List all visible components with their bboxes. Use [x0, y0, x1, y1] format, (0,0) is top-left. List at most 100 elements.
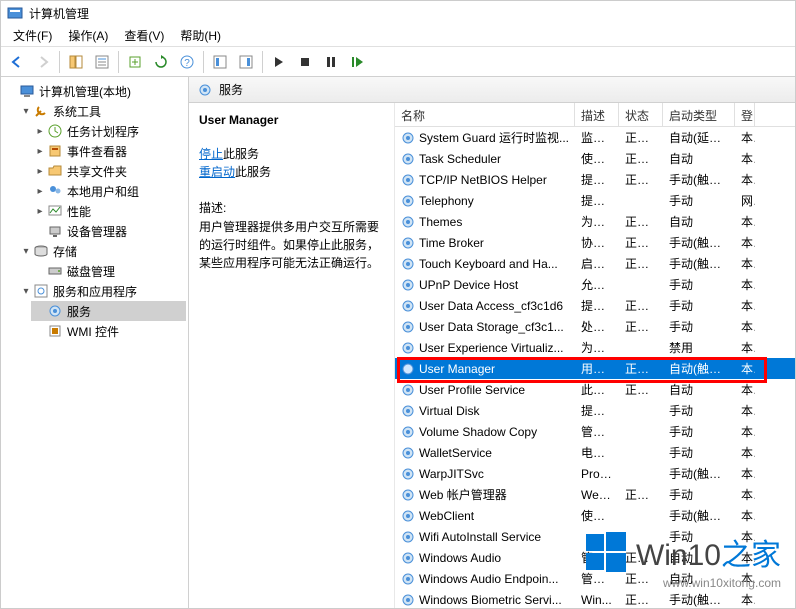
service-start-cell: 手动 — [663, 402, 735, 419]
service-row[interactable]: UPnP Device Host允许...手动本 — [395, 274, 795, 295]
menu-view[interactable]: 查看(V) — [116, 25, 172, 46]
service-row[interactable]: Volume Shadow Copy管理...手动本 — [395, 421, 795, 442]
tree-shared-folders[interactable]: ▸共享文件夹 — [31, 161, 186, 181]
service-logon-cell: 本 — [735, 150, 755, 167]
service-row[interactable]: Time Broker协调...正在...手动(触发...本 — [395, 232, 795, 253]
stop-service-link[interactable]: 停止 — [199, 147, 223, 161]
tree-event-viewer[interactable]: ▸ 事件查看器 — [31, 141, 186, 161]
service-name-cell: Windows Audio — [395, 551, 575, 565]
tree-services-apps[interactable]: ▾ 服务和应用程序 — [17, 281, 186, 301]
service-row[interactable]: Web 帐户管理器Web...正在...手动本 — [395, 484, 795, 505]
service-start-cell: 禁用 — [663, 339, 735, 356]
tree-system-tools[interactable]: ▾ 系统工具 — [17, 101, 186, 121]
service-start-cell: 手动(触发... — [663, 171, 735, 188]
service-name-cell: User Profile Service — [395, 383, 575, 397]
service-state-cell: 正在... — [619, 234, 663, 251]
device-icon — [47, 223, 63, 239]
tree-storage[interactable]: ▾ 存储 — [17, 241, 186, 261]
start-service-button[interactable] — [267, 50, 291, 74]
service-logon-cell: 本 — [735, 234, 755, 251]
service-row[interactable]: User Manager用户...正在...自动(触发...本 — [395, 358, 795, 379]
restart-service-link[interactable]: 重启动 — [199, 165, 235, 179]
chevron-down-icon[interactable]: ▾ — [19, 286, 33, 297]
refresh-button[interactable] — [149, 50, 173, 74]
chevron-right-icon[interactable]: ▸ — [33, 146, 47, 157]
show-hide-tree-button[interactable] — [64, 50, 88, 74]
service-row[interactable]: Windows Audio Endpoin...管理...正在...自动本 — [395, 568, 795, 589]
column-state[interactable]: 状态 — [619, 103, 663, 126]
column-start[interactable]: 启动类型 — [663, 103, 735, 126]
tree-local-users[interactable]: ▸本地用户和组 — [31, 181, 186, 201]
menu-file[interactable]: 文件(F) — [5, 25, 60, 46]
tree-disk-mgmt[interactable]: 磁盘管理 — [31, 261, 186, 281]
tree-performance[interactable]: ▸ 性能 — [31, 201, 186, 221]
service-desc-cell: 协调... — [575, 234, 619, 251]
service-name-cell: User Data Access_cf3c1d6 — [395, 299, 575, 313]
tree-root[interactable]: 计算机管理(本地) — [3, 81, 186, 101]
service-row[interactable]: Telephony提供...手动网 — [395, 190, 795, 211]
export-button[interactable] — [123, 50, 147, 74]
toolbar-btn-a[interactable] — [208, 50, 232, 74]
menu-action[interactable]: 操作(A) — [60, 25, 116, 46]
tree-task-scheduler[interactable]: ▸任务计划程序 — [31, 121, 186, 141]
chevron-right-icon[interactable]: ▸ — [33, 206, 47, 217]
service-row[interactable]: WarpJITSvcProv...手动(触发...本 — [395, 463, 795, 484]
service-desc-cell: 管理... — [575, 570, 619, 587]
tree-label: WMI 控件 — [67, 323, 119, 340]
right-pane: 服务 User Manager 停止此服务 重启动此服务 描述: 用户管理器提供… — [189, 77, 795, 608]
service-row[interactable]: User Profile Service此服...正在...自动本 — [395, 379, 795, 400]
tree-services[interactable]: 服务 — [31, 301, 186, 321]
tree-label: 事件查看器 — [67, 143, 127, 160]
service-row[interactable]: Windows Biometric Servi...Win...正在...手动(… — [395, 589, 795, 608]
service-row[interactable]: Task Scheduler使用...正在...自动本 — [395, 148, 795, 169]
service-logon-cell: 本 — [735, 297, 755, 314]
service-row[interactable]: TCP/IP NetBIOS Helper提供...正在...手动(触发...本 — [395, 169, 795, 190]
restart-service-button[interactable] — [345, 50, 369, 74]
service-start-cell: 手动 — [663, 318, 735, 335]
list-body[interactable]: System Guard 运行时监视...监视...正在...自动(延迟...本… — [395, 127, 795, 608]
tree-device-manager[interactable]: 设备管理器 — [31, 221, 186, 241]
service-start-cell: 手动 — [663, 423, 735, 440]
service-row[interactable]: WebClient使基...手动(触发...本 — [395, 505, 795, 526]
service-state-cell: 正在... — [619, 360, 663, 377]
chevron-right-icon[interactable]: ▸ — [33, 186, 47, 197]
back-button[interactable] — [5, 50, 29, 74]
service-start-cell: 手动(触发... — [663, 465, 735, 482]
service-row[interactable]: Windows Audio管理...正在...自动本 — [395, 547, 795, 568]
column-desc[interactable]: 描述 — [575, 103, 619, 126]
service-desc-cell: 提供... — [575, 297, 619, 314]
service-desc-cell: 允许... — [575, 276, 619, 293]
service-logon-cell: 本 — [735, 381, 755, 398]
performance-icon — [47, 203, 63, 219]
tools-icon — [33, 103, 49, 119]
service-row[interactable]: User Experience Virtualiz...为应...禁用本 — [395, 337, 795, 358]
service-row[interactable]: System Guard 运行时监视...监视...正在...自动(延迟...本 — [395, 127, 795, 148]
gear-icon — [197, 82, 213, 98]
chevron-down-icon[interactable]: ▾ — [19, 246, 33, 257]
service-row[interactable]: WalletService电子...手动本 — [395, 442, 795, 463]
tree-label: 性能 — [67, 203, 91, 220]
chevron-right-icon[interactable]: ▸ — [33, 126, 47, 137]
chevron-right-icon[interactable]: ▸ — [33, 166, 47, 177]
properties-button[interactable] — [90, 50, 114, 74]
service-row[interactable]: User Data Storage_cf3c1...处理...正在...手动本 — [395, 316, 795, 337]
stop-service-button[interactable] — [293, 50, 317, 74]
separator — [203, 51, 204, 73]
service-row[interactable]: Virtual Disk提供...手动本 — [395, 400, 795, 421]
column-logon[interactable]: 登 — [735, 103, 755, 126]
service-logon-cell: 网 — [735, 192, 755, 209]
menu-help[interactable]: 帮助(H) — [172, 25, 229, 46]
column-name[interactable]: 名称 — [395, 103, 575, 126]
service-row[interactable]: Touch Keyboard and Ha...启用...正在...手动(触发.… — [395, 253, 795, 274]
pause-service-button[interactable] — [319, 50, 343, 74]
service-row[interactable]: Wifi AutoInstall Service手动本 — [395, 526, 795, 547]
help-button[interactable]: ? — [175, 50, 199, 74]
tree-wmi[interactable]: WMI 控件 — [31, 321, 186, 341]
service-row[interactable]: User Data Access_cf3c1d6提供...正在...手动本 — [395, 295, 795, 316]
service-state-cell: 正在... — [619, 591, 663, 608]
service-row[interactable]: Themes为用...正在...自动本 — [395, 211, 795, 232]
separator — [118, 51, 119, 73]
service-start-cell: 手动(触发... — [663, 591, 735, 608]
toolbar-btn-b[interactable] — [234, 50, 258, 74]
chevron-down-icon[interactable]: ▾ — [19, 106, 33, 117]
